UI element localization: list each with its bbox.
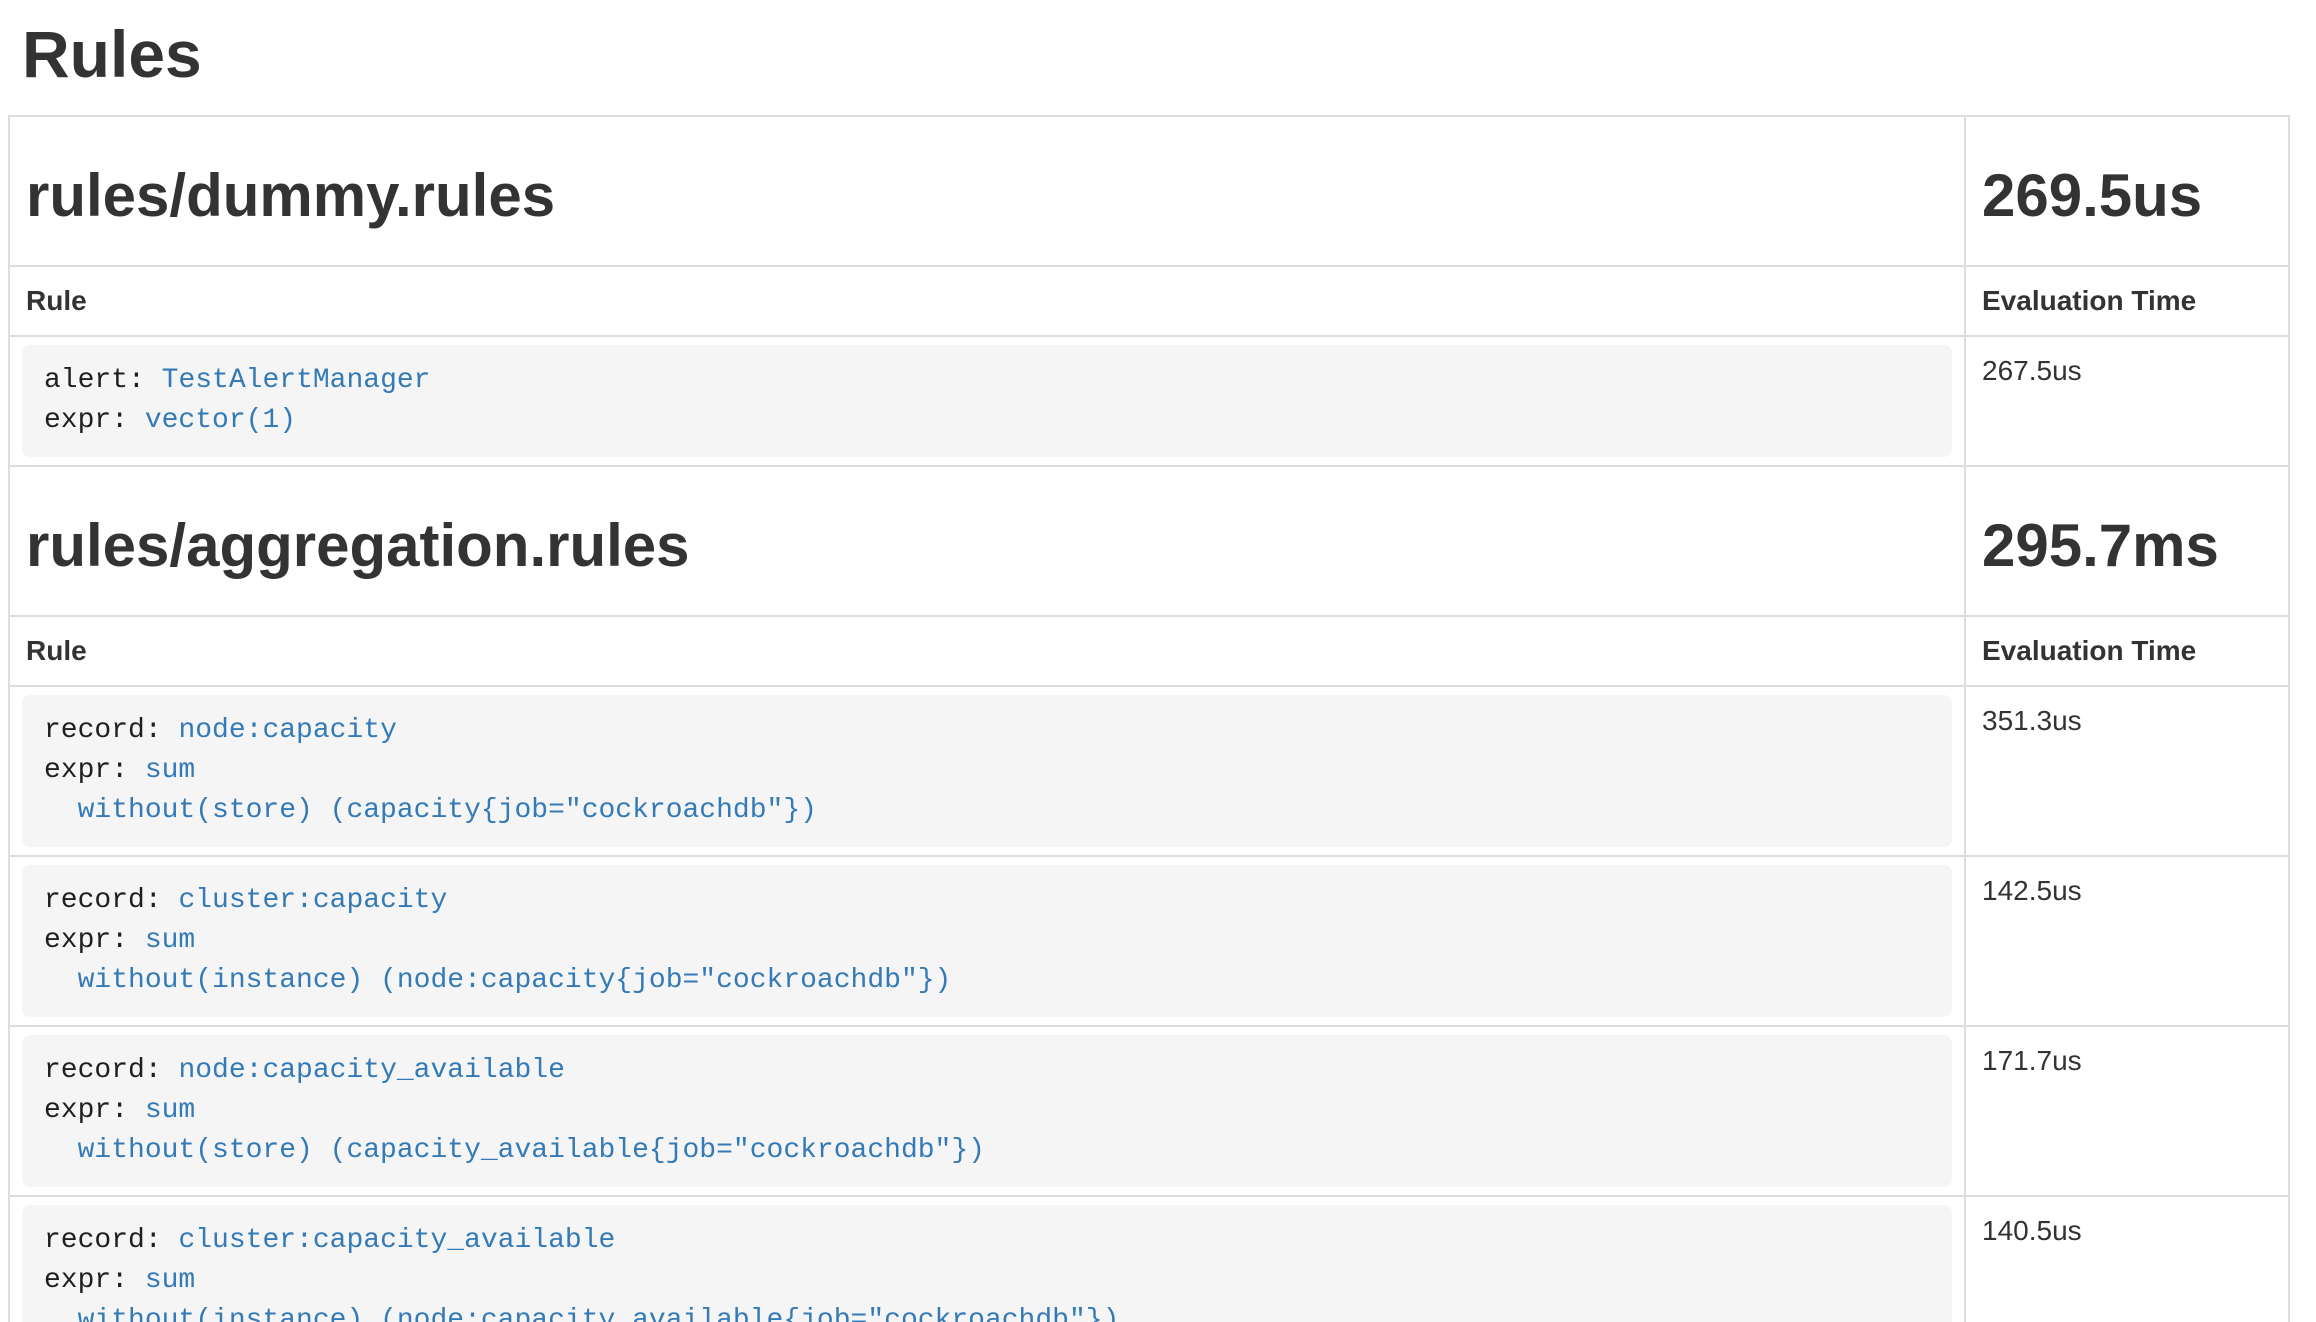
column-header-rule: Rule [9,266,1965,336]
rule-evaluation-time: 142.5us [1965,856,2289,1026]
group-evaluation-time: 295.7ms [1982,513,2272,579]
rule-value-link[interactable]: node:capacity [178,715,396,746]
rule-key-label: record: [44,1055,162,1086]
rules-page: Rules rules/dummy.rules 269.5us Rule Eva… [0,18,2316,1322]
column-header-row: Rule Evaluation Time [9,616,2289,686]
group-evaluation-time: 269.5us [1982,163,2272,229]
rule-cell: record: cluster:capacity_available expr:… [9,1196,1965,1322]
group-file-name: rules/dummy.rules [26,163,1948,229]
rule-row: record: node:capacity expr: sum without(… [9,686,2289,856]
rule-row: record: node:capacity_available expr: su… [9,1026,2289,1196]
group-file-cell: rules/aggregation.rules [9,466,1965,616]
column-header-row: Rule Evaluation Time [9,266,2289,336]
rule-value-link[interactable]: sum without(instance) (node:capacity{job… [44,925,951,996]
rule-code-block: alert: TestAlertManager expr: vector(1) [22,345,1952,457]
rule-key-label: record: [44,1225,162,1256]
group-evaluation-time-cell: 295.7ms [1965,466,2289,616]
rule-row: alert: TestAlertManager expr: vector(1) … [9,336,2289,466]
rule-row: record: cluster:capacity_available expr:… [9,1196,2289,1322]
rule-cell: alert: TestAlertManager expr: vector(1) [9,336,1965,466]
rule-value-link[interactable]: cluster:capacity_available [178,1225,615,1256]
column-header-evaluation-time: Evaluation Time [1965,616,2289,686]
rule-value-link[interactable]: TestAlertManager [162,365,431,396]
page-title: Rules [22,18,2290,91]
rule-evaluation-time: 351.3us [1965,686,2289,856]
rule-value-link[interactable]: sum without(store) (capacity{job="cockro… [44,755,817,826]
rule-key-label: expr: [44,405,128,436]
rule-key-label: expr: [44,755,128,786]
rule-key-label: alert: [44,365,145,396]
rule-code-block: record: node:capacity_available expr: su… [22,1035,1952,1187]
group-header-row: rules/dummy.rules 269.5us [9,116,2289,266]
group-file-cell: rules/dummy.rules [9,116,1965,266]
group-header-row: rules/aggregation.rules 295.7ms [9,466,2289,616]
rule-cell: record: node:capacity expr: sum without(… [9,686,1965,856]
rule-value-link[interactable]: sum without(store) (capacity_available{j… [44,1095,985,1166]
rule-group: rules/aggregation.rules 295.7ms Rule Eva… [9,466,2289,1322]
rule-key-label: expr: [44,925,128,956]
rule-key-label: record: [44,885,162,916]
rule-evaluation-time: 171.7us [1965,1026,2289,1196]
rule-code-block: record: cluster:capacity_available expr:… [22,1205,1952,1322]
rule-key-label: expr: [44,1095,128,1126]
rule-value-link[interactable]: sum without(instance) (node:capacity_ava… [44,1265,1119,1322]
rules-table: rules/dummy.rules 269.5us Rule Evaluatio… [8,115,2290,1322]
rule-group: rules/dummy.rules 269.5us Rule Evaluatio… [9,116,2289,466]
rule-value-link[interactable]: node:capacity_available [178,1055,564,1086]
rule-code-block: record: cluster:capacity expr: sum witho… [22,865,1952,1017]
rule-code-block: record: node:capacity expr: sum without(… [22,695,1952,847]
rule-key-label: record: [44,715,162,746]
rule-value-link[interactable]: vector(1) [145,405,296,436]
rule-key-label: expr: [44,1265,128,1296]
rule-evaluation-time: 140.5us [1965,1196,2289,1322]
rule-row: record: cluster:capacity expr: sum witho… [9,856,2289,1026]
column-header-rule: Rule [9,616,1965,686]
rule-cell: record: node:capacity_available expr: su… [9,1026,1965,1196]
column-header-evaluation-time: Evaluation Time [1965,266,2289,336]
rule-value-link[interactable]: cluster:capacity [178,885,447,916]
group-file-name: rules/aggregation.rules [26,513,1948,579]
group-evaluation-time-cell: 269.5us [1965,116,2289,266]
rule-cell: record: cluster:capacity expr: sum witho… [9,856,1965,1026]
rule-evaluation-time: 267.5us [1965,336,2289,466]
